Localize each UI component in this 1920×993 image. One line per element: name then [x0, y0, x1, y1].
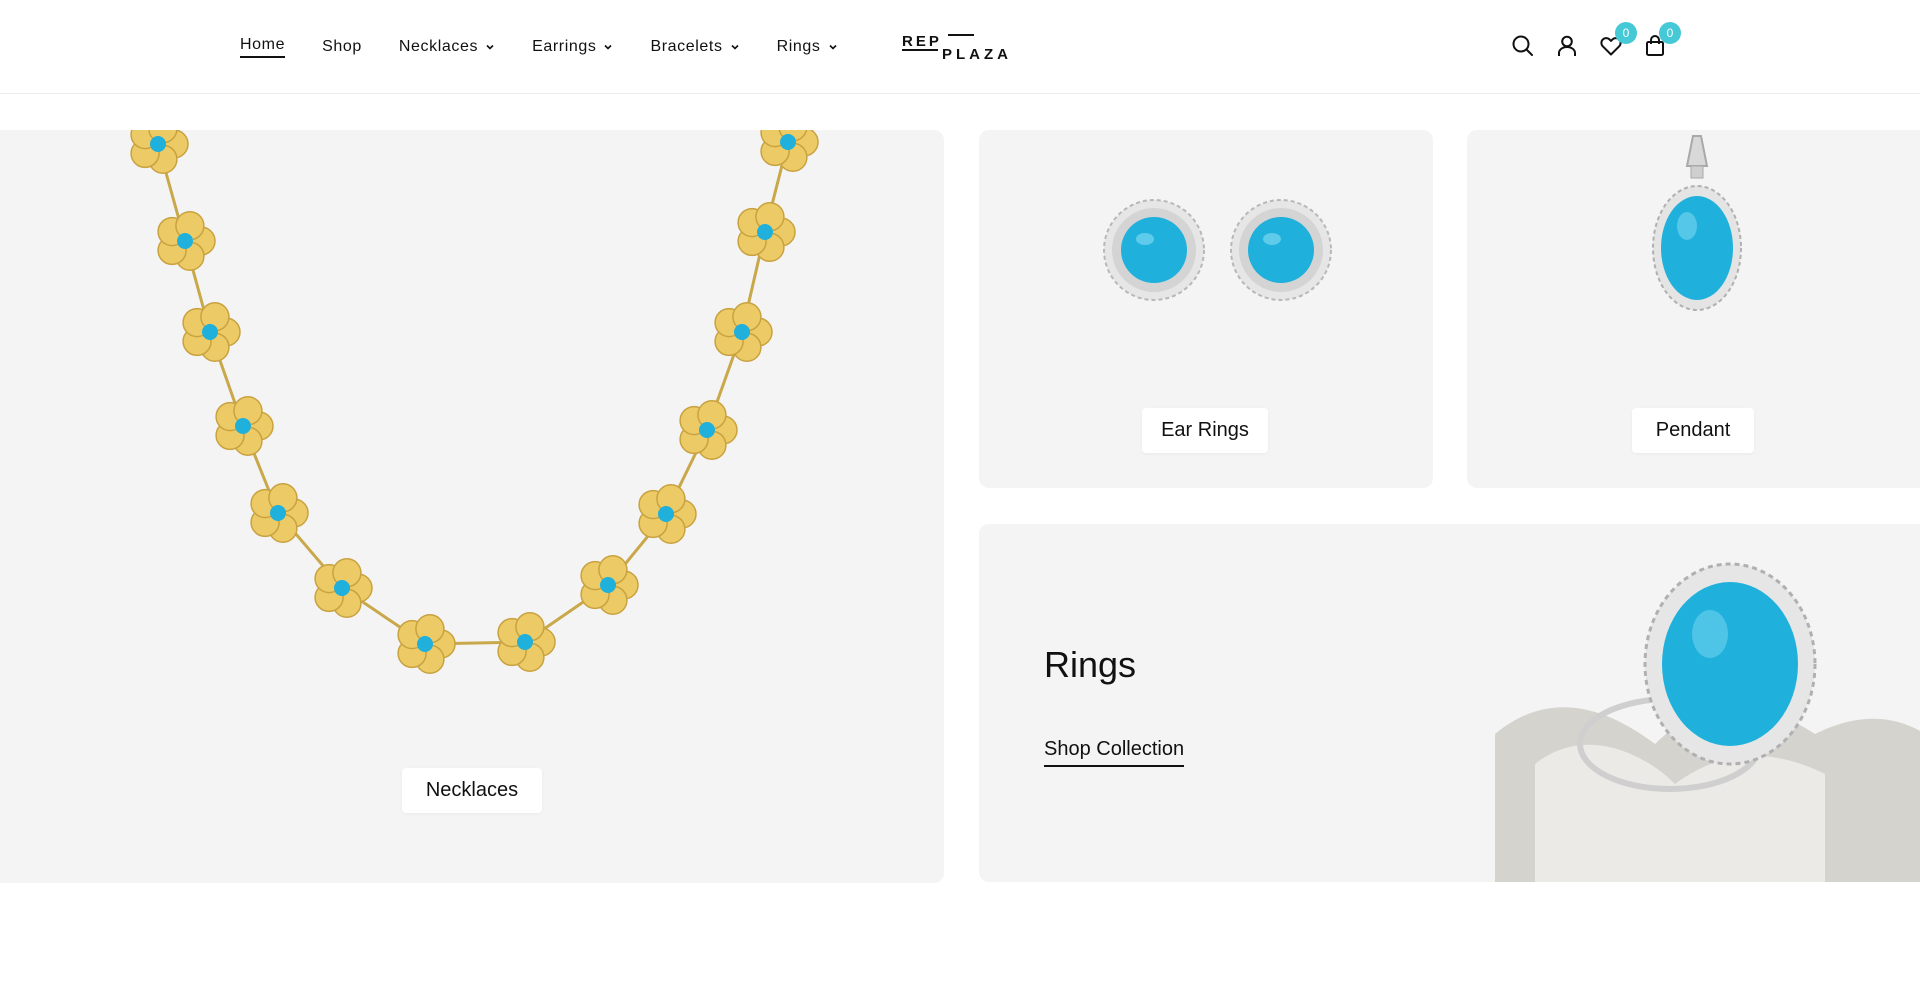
account-button[interactable]	[1554, 33, 1580, 59]
chevron-down-icon	[486, 44, 494, 50]
category-pendant-card[interactable]: Pendant	[1467, 130, 1920, 488]
wishlist-count-badge: 0	[1615, 22, 1637, 44]
nav-necklaces[interactable]: Necklaces	[399, 38, 495, 56]
necklace-chain	[156, 141, 790, 646]
nav-home[interactable]: Home	[240, 36, 286, 58]
earrings-label-button[interactable]: Ear Rings	[1142, 408, 1268, 453]
chevron-down-icon	[604, 44, 613, 50]
wishlist-button[interactable]: 0	[1598, 22, 1637, 59]
nav-rings-label: Rings	[776, 38, 821, 55]
necklace-flower	[737, 202, 796, 262]
necklace-flower	[250, 483, 309, 543]
cart-count-badge: 0	[1659, 22, 1681, 44]
nav-home-label: Home	[240, 36, 286, 58]
logo-top-text: REP	[902, 33, 942, 50]
category-necklaces-card[interactable]: Necklaces	[0, 130, 944, 883]
nav-bracelets-label: Bracelets	[650, 38, 723, 55]
pendant-label-button[interactable]: Pendant	[1632, 408, 1754, 453]
chevron-down-icon	[828, 44, 837, 50]
necklace-flower	[130, 130, 189, 174]
necklace-flower	[760, 130, 819, 172]
necklaces-label-button[interactable]: Necklaces	[402, 768, 542, 813]
search-button[interactable]	[1510, 33, 1536, 59]
nav-shop[interactable]: Shop	[322, 38, 362, 56]
logo-bottom-text: PLAZA	[942, 46, 1012, 61]
necklace-flower	[215, 396, 274, 456]
necklace-flower	[397, 614, 456, 674]
site-logo[interactable]: REP PLAZA	[902, 33, 1020, 61]
shop-collection-link[interactable]: Shop Collection	[1044, 738, 1185, 767]
nav-earrings-label: Earrings	[532, 38, 597, 55]
main-nav: Home Shop Necklaces Earrings Bracelets R…	[240, 0, 875, 94]
category-earrings-card[interactable]: Ear Rings	[979, 130, 1433, 488]
header-icons: 0 0	[1510, 22, 1686, 62]
nav-shop-label: Shop	[322, 38, 362, 55]
necklace-flower	[638, 484, 697, 544]
ring-image	[1495, 562, 1920, 882]
search-icon	[1512, 35, 1533, 56]
account-icon	[1558, 35, 1576, 56]
rings-title: Rings	[1044, 644, 1137, 685]
nav-earrings[interactable]: Earrings	[532, 38, 613, 56]
necklace-flower	[157, 211, 216, 271]
category-rings-card[interactable]: Rings Shop Collection	[979, 524, 1920, 882]
nav-necklaces-label: Necklaces	[398, 38, 479, 55]
necklace-flower	[314, 558, 373, 618]
necklace-flower	[580, 555, 639, 615]
nav-bracelets[interactable]: Bracelets	[650, 38, 739, 56]
necklace-flower	[714, 302, 773, 362]
cart-button[interactable]: 0	[1642, 22, 1681, 59]
chevron-down-icon	[731, 44, 739, 50]
site-header: Home Shop Necklaces Earrings Bracelets R…	[0, 0, 1920, 94]
necklace-flower	[182, 302, 241, 362]
necklace-flower	[679, 400, 738, 460]
necklace-flower	[497, 612, 556, 672]
nav-rings[interactable]: Rings	[777, 38, 838, 56]
logo-mark: REP PLAZA	[902, 33, 1012, 61]
